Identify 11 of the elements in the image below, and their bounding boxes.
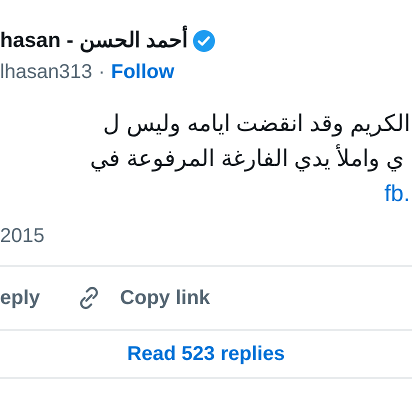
user-handle: lhasan313 [0,60,92,85]
display-name: hasan - أحمد الحسن [0,25,188,57]
read-replies-link[interactable]: Read 523 replies [127,339,285,369]
follow-link[interactable]: Follow [110,57,174,87]
copy-link-button[interactable]: Copy link [76,283,210,313]
tweet-date: 2015 [0,224,46,249]
link[interactable]: fb. [384,176,412,211]
separator-dot: · [98,60,105,85]
tweet-text: الكريم وقد انقضت ايامه وليس ل [103,109,411,139]
tweet-text: ي واملأ يدي الفارغة المرفوعة في [90,143,405,174]
reply-button[interactable]: eply [0,283,40,313]
